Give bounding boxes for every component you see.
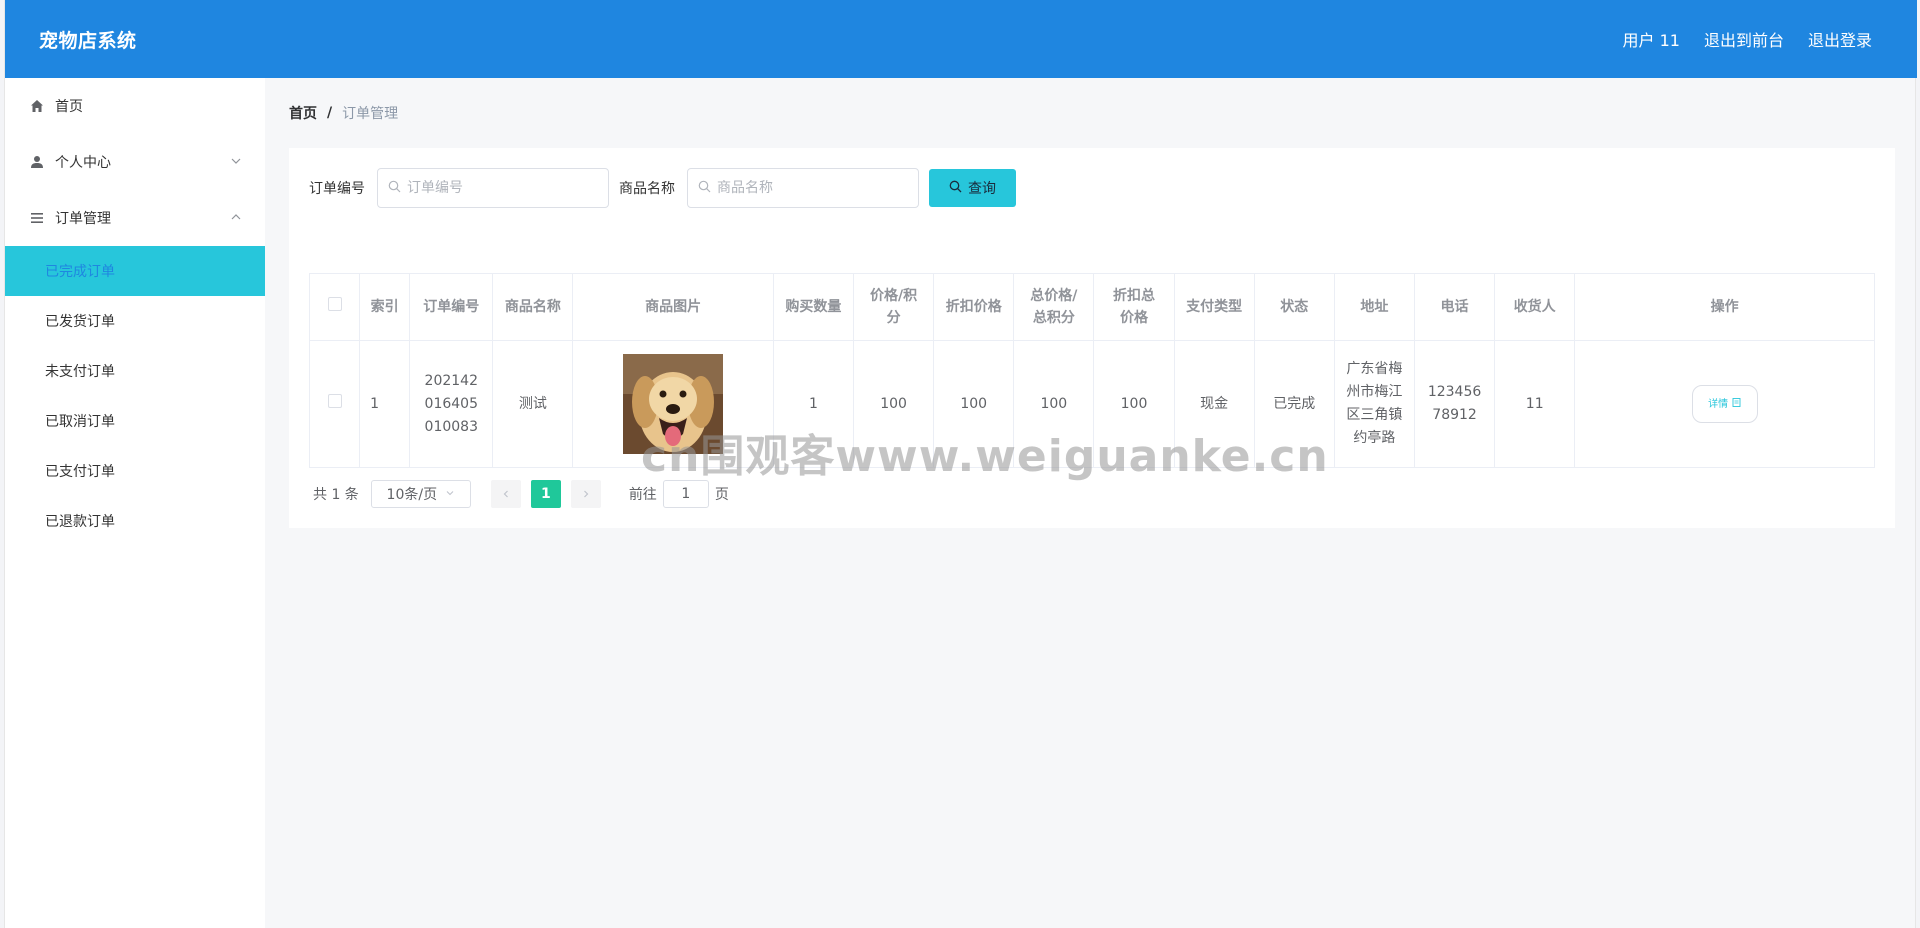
- chevron-right-icon: [583, 490, 589, 498]
- page-size-value: 10条/页: [386, 487, 438, 503]
- goto-label: 前往: [628, 487, 657, 503]
- exit-to-front-link[interactable]: 退出到前台: [1704, 27, 1784, 51]
- sidebar-item-label: 订单管理: [55, 211, 111, 227]
- top-header: 宠物店系统 用户 11 退出到前台 退出登录: [5, 0, 1917, 78]
- user-icon: [29, 154, 45, 170]
- cell-action: 详情: [1574, 340, 1875, 468]
- goto-suffix: 页: [714, 487, 729, 503]
- select-all-header: [308, 273, 361, 341]
- breadcrumb-home[interactable]: 首页: [289, 103, 317, 123]
- search-icon: [388, 180, 401, 197]
- select-all-checkbox[interactable]: [327, 297, 342, 311]
- prev-page-button[interactable]: [490, 480, 521, 508]
- header-links: 用户 11 退出到前台 退出登录: [1623, 27, 1872, 51]
- cell-index: 1: [359, 340, 411, 468]
- cell-address: 广东省梅州市梅江区三角镇约亭路: [1333, 340, 1415, 468]
- cell-order-no: 202142016405010083: [409, 340, 494, 468]
- sidebar-item-personal[interactable]: 个人中心: [5, 134, 265, 190]
- table-header-row: 索引 订单编号 商品名称 商品图片 购买数量 价格/积分 折扣价格 总价格/总积…: [308, 273, 1875, 341]
- detail-button-label: 详情: [1708, 398, 1729, 410]
- col-qty: 购买数量: [772, 273, 855, 341]
- chevron-left-icon: [503, 490, 508, 498]
- col-phone: 电话: [1413, 273, 1496, 341]
- sidebar: 首页 个人中心 订单管理 已完成订单 已发货订单 未支付订单 已取消订单 已支付…: [5, 78, 265, 928]
- app-frame: 宠物店系统 用户 11 退出到前台 退出登录 首页 个人中心 订单管理 已完成订…: [4, 0, 1917, 928]
- col-address: 地址: [1333, 273, 1415, 341]
- col-index: 索引: [359, 273, 411, 341]
- goto-page-input[interactable]: [662, 480, 709, 508]
- next-page-button[interactable]: [570, 480, 601, 508]
- goto-page: 前往 页: [629, 480, 729, 508]
- row-checkbox[interactable]: [327, 393, 342, 408]
- sidebar-item-orders[interactable]: 订单管理: [5, 190, 265, 246]
- app-title: 宠物店系统: [39, 29, 137, 52]
- sidebar-subitem-paid[interactable]: 已支付订单: [5, 446, 265, 496]
- watermark: cn围观客www.weiguanke.cn: [641, 431, 1329, 482]
- col-pay-type: 支付类型: [1173, 273, 1255, 341]
- breadcrumb-current: 订单管理: [342, 106, 399, 122]
- col-status: 状态: [1253, 273, 1335, 341]
- col-product: 商品名称: [492, 273, 574, 341]
- col-action: 操作: [1574, 273, 1875, 341]
- page-size-select[interactable]: 10条/页: [370, 480, 471, 508]
- col-image: 商品图片: [572, 273, 774, 341]
- query-button-label: 查询: [968, 181, 996, 197]
- product-name-label: 商品名称: [619, 181, 675, 197]
- chevron-down-icon: [229, 154, 243, 168]
- document-icon: [1732, 393, 1741, 416]
- col-receiver: 收货人: [1494, 273, 1576, 341]
- sidebar-subitem-refunded[interactable]: 已退款订单: [5, 496, 265, 546]
- sidebar-item-label: 个人中心: [55, 155, 111, 171]
- cell-receiver: 11: [1494, 340, 1576, 468]
- cell-phone: 12345678912: [1413, 340, 1496, 468]
- logout-link[interactable]: 退出登录: [1808, 27, 1872, 51]
- sidebar-item-home[interactable]: 首页: [5, 78, 265, 134]
- search-icon: [949, 180, 962, 197]
- page-number-1[interactable]: 1: [530, 480, 561, 508]
- col-discount-price: 折扣价格: [933, 273, 1015, 341]
- product-name-input[interactable]: [717, 180, 907, 196]
- sidebar-subitem-cancelled[interactable]: 已取消订单: [5, 396, 265, 446]
- search-form: 订单编号 商品名称 查询: [309, 168, 1016, 208]
- pagination: 共 1 条 10条/页 1 前往 页: [313, 480, 729, 508]
- detail-button[interactable]: 详情: [1691, 385, 1758, 423]
- sidebar-subitem-completed[interactable]: 已完成订单: [5, 246, 265, 296]
- order-no-field[interactable]: [377, 168, 609, 208]
- sidebar-subitem-shipped[interactable]: 已发货订单: [5, 296, 265, 346]
- col-order-no: 订单编号: [409, 273, 494, 341]
- chevron-up-icon: [229, 210, 243, 224]
- home-icon: [29, 98, 45, 114]
- order-no-input[interactable]: [407, 180, 597, 196]
- breadcrumb-separator: /: [327, 105, 333, 121]
- col-price: 价格/积分: [852, 273, 935, 341]
- product-name-field[interactable]: [687, 168, 919, 208]
- user-link[interactable]: 用户 11: [1623, 27, 1680, 51]
- pagination-total: 共 1 条: [313, 487, 359, 503]
- order-no-label: 订单编号: [309, 181, 365, 197]
- search-icon: [698, 180, 711, 197]
- list-icon: [29, 210, 45, 226]
- row-select-cell: [308, 340, 361, 468]
- breadcrumb: 首页 / 订单管理: [289, 103, 398, 123]
- sidebar-subitem-unpaid[interactable]: 未支付订单: [5, 346, 265, 396]
- cell-product: 测试: [492, 340, 574, 468]
- col-total: 总价格/总积分: [1013, 273, 1095, 341]
- chevron-down-icon: [445, 486, 455, 502]
- sidebar-item-label: 首页: [55, 99, 83, 115]
- query-button[interactable]: 查询: [929, 169, 1016, 207]
- col-discount-total: 折扣总价格: [1093, 273, 1175, 341]
